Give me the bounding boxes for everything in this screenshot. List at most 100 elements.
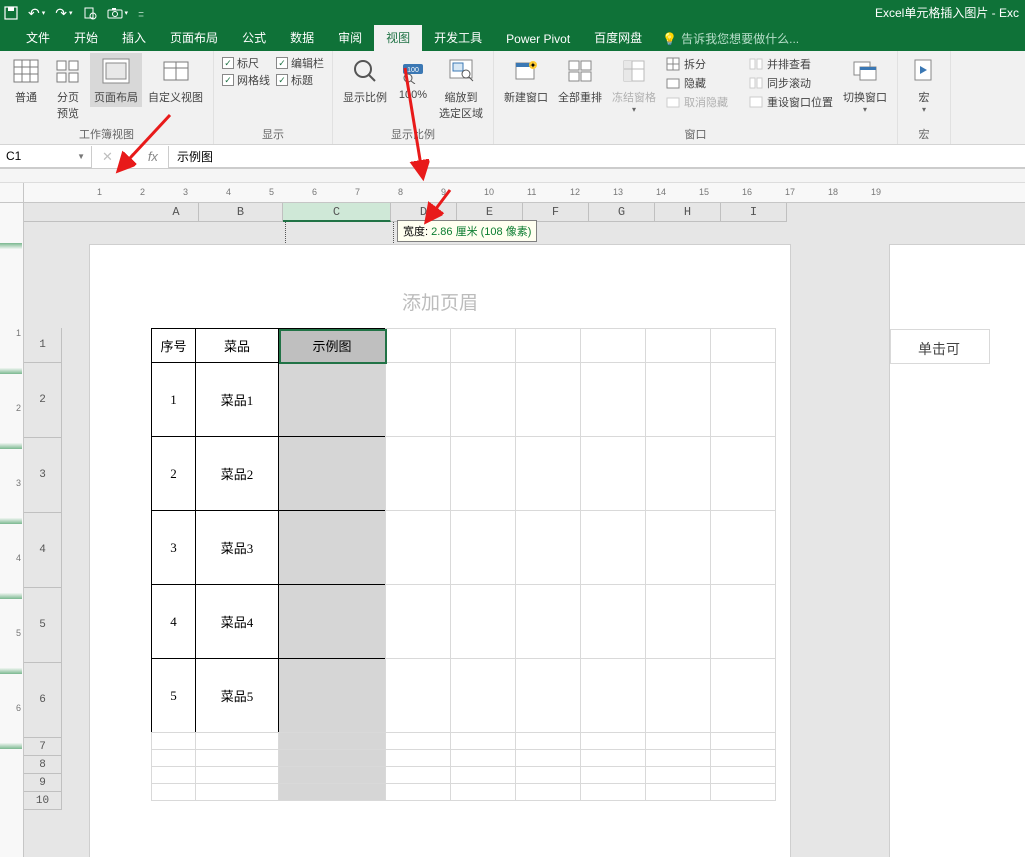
cell[interactable] bbox=[515, 658, 581, 733]
cell[interactable] bbox=[710, 362, 776, 437]
switch-windows-button[interactable]: 切换窗口▾ bbox=[839, 53, 891, 116]
cell[interactable]: 菜品2 bbox=[195, 436, 279, 511]
row-header-2[interactable]: 2 bbox=[24, 363, 62, 438]
header-placeholder[interactable]: 添加页眉 bbox=[90, 288, 790, 315]
row-header-3[interactable]: 3 bbox=[24, 438, 62, 513]
print-preview-icon[interactable] bbox=[83, 6, 97, 20]
split-button[interactable]: 拆分 bbox=[664, 55, 730, 73]
cell[interactable] bbox=[645, 584, 711, 659]
cell[interactable] bbox=[385, 749, 451, 767]
cell[interactable] bbox=[645, 766, 711, 784]
cell[interactable] bbox=[385, 783, 451, 801]
cell[interactable]: 菜品1 bbox=[195, 362, 279, 437]
cell[interactable] bbox=[710, 658, 776, 733]
unhide-button[interactable]: 取消隐藏 bbox=[664, 93, 730, 111]
view-custom-button[interactable]: 自定义视图 bbox=[144, 53, 207, 107]
chk-ruler[interactable]: ✓标尺 bbox=[222, 55, 270, 71]
cell[interactable] bbox=[278, 749, 386, 767]
cell[interactable] bbox=[710, 766, 776, 784]
cell[interactable] bbox=[580, 362, 646, 437]
cell[interactable] bbox=[385, 584, 451, 659]
cell[interactable] bbox=[515, 510, 581, 585]
cell[interactable] bbox=[515, 436, 581, 511]
cell[interactable] bbox=[710, 783, 776, 801]
cell[interactable] bbox=[580, 749, 646, 767]
cell[interactable] bbox=[580, 658, 646, 733]
reset-window-button[interactable]: 重设窗口位置 bbox=[747, 93, 835, 111]
sync-scroll-button[interactable]: 同步滚动 bbox=[747, 74, 835, 92]
tell-me-search[interactable]: 💡告诉我您想要做什么... bbox=[662, 26, 799, 51]
row-header-8[interactable]: 8 bbox=[24, 756, 62, 774]
view-pagebreak-button[interactable]: 分页 预览 bbox=[48, 53, 88, 123]
cell[interactable] bbox=[385, 436, 451, 511]
cell[interactable] bbox=[645, 510, 711, 585]
save-icon[interactable] bbox=[4, 6, 18, 20]
cell[interactable] bbox=[278, 766, 386, 784]
cell[interactable]: 菜品4 bbox=[195, 584, 279, 659]
cell[interactable] bbox=[450, 436, 516, 511]
cell[interactable]: 1 bbox=[151, 362, 196, 437]
cell[interactable] bbox=[450, 658, 516, 733]
row-header-10[interactable]: 10 bbox=[24, 792, 62, 810]
cell[interactable] bbox=[278, 783, 386, 801]
cell[interactable] bbox=[195, 783, 279, 801]
view-pagelayout-button[interactable]: 页面布局 bbox=[90, 53, 142, 107]
cell[interactable] bbox=[278, 584, 386, 659]
cell[interactable] bbox=[450, 584, 516, 659]
col-header-A[interactable]: A bbox=[154, 203, 199, 222]
cell[interactable] bbox=[450, 328, 516, 363]
tab-powerpivot[interactable]: Power Pivot bbox=[494, 28, 582, 51]
cell[interactable] bbox=[450, 362, 516, 437]
tab-formulas[interactable]: 公式 bbox=[230, 25, 278, 51]
cell[interactable] bbox=[580, 328, 646, 363]
formula-input[interactable]: 示例图 bbox=[168, 146, 1025, 168]
macros-button[interactable]: 宏▾ bbox=[904, 53, 944, 116]
cell[interactable] bbox=[710, 436, 776, 511]
cell[interactable] bbox=[450, 510, 516, 585]
tab-developer[interactable]: 开发工具 bbox=[422, 25, 494, 51]
cell[interactable] bbox=[195, 732, 279, 750]
cell[interactable] bbox=[385, 658, 451, 733]
tab-pagelayout[interactable]: 页面布局 bbox=[158, 25, 230, 51]
col-header-I[interactable]: I bbox=[721, 203, 787, 222]
row-header-5[interactable]: 5 bbox=[24, 588, 62, 663]
redo-button[interactable]: ↷▾ bbox=[55, 5, 72, 22]
vertical-ruler[interactable]: 123456 bbox=[0, 203, 24, 857]
chk-formulabar[interactable]: ✓编辑栏 bbox=[276, 55, 324, 71]
cell[interactable] bbox=[385, 362, 451, 437]
cell[interactable] bbox=[450, 783, 516, 801]
cell[interactable] bbox=[580, 584, 646, 659]
tab-insert[interactable]: 插入 bbox=[110, 25, 158, 51]
chk-gridlines[interactable]: ✓网格线 bbox=[222, 72, 270, 88]
right-page-placeholder[interactable]: 单击可 bbox=[918, 339, 960, 359]
cell[interactable] bbox=[645, 362, 711, 437]
horizontal-ruler[interactable]: 12345678910111213141516171819 bbox=[24, 183, 1025, 203]
cell[interactable] bbox=[710, 749, 776, 767]
tab-home[interactable]: 开始 bbox=[62, 25, 110, 51]
tab-data[interactable]: 数据 bbox=[278, 25, 326, 51]
cell[interactable]: 5 bbox=[151, 658, 196, 733]
cell[interactable] bbox=[645, 732, 711, 750]
cell[interactable] bbox=[515, 749, 581, 767]
cell[interactable]: 菜品3 bbox=[195, 510, 279, 585]
tab-baidu[interactable]: 百度网盘 bbox=[582, 25, 654, 51]
cell[interactable]: 3 bbox=[151, 510, 196, 585]
cell[interactable] bbox=[580, 766, 646, 784]
cell[interactable] bbox=[450, 749, 516, 767]
cell[interactable] bbox=[645, 328, 711, 363]
cell[interactable] bbox=[645, 658, 711, 733]
cell[interactable] bbox=[278, 658, 386, 733]
tab-review[interactable]: 审阅 bbox=[326, 25, 374, 51]
row-header-1[interactable]: 1 bbox=[24, 328, 62, 363]
cell[interactable] bbox=[385, 766, 451, 784]
cell[interactable] bbox=[710, 510, 776, 585]
cell[interactable] bbox=[450, 766, 516, 784]
cell[interactable] bbox=[515, 732, 581, 750]
cell[interactable] bbox=[450, 732, 516, 750]
cell[interactable]: 4 bbox=[151, 584, 196, 659]
row-header-9[interactable]: 9 bbox=[24, 774, 62, 792]
cell[interactable] bbox=[278, 732, 386, 750]
cell[interactable]: 菜品 bbox=[195, 328, 279, 363]
undo-button[interactable]: ↶▾ bbox=[28, 5, 45, 22]
cell[interactable] bbox=[278, 510, 386, 585]
